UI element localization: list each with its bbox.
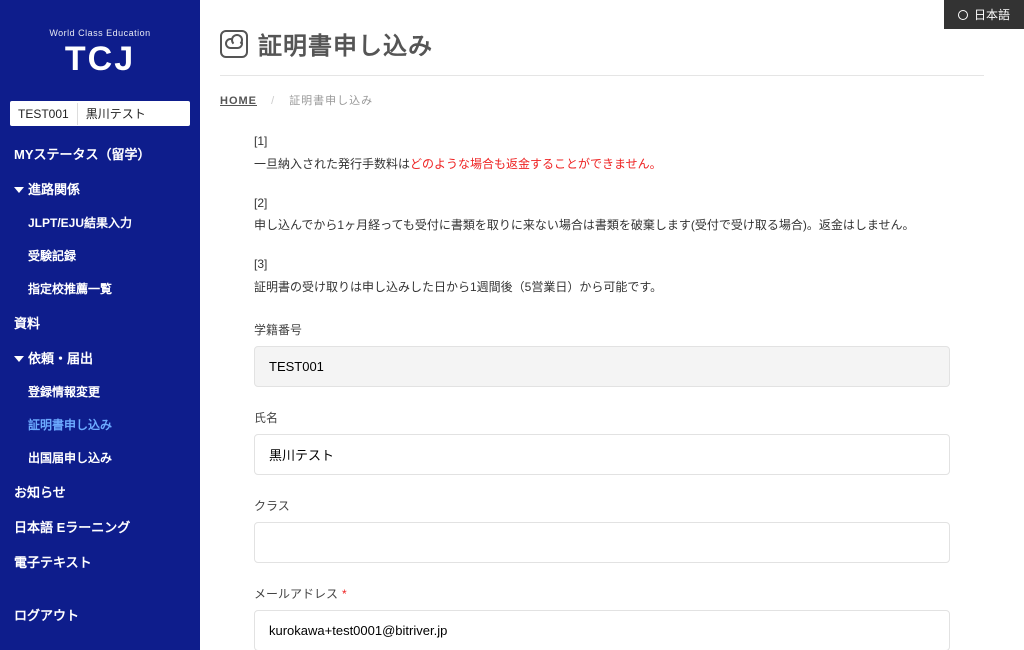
breadcrumb-home[interactable]: HOME [220,95,257,107]
field-class: クラス [254,497,950,563]
label-class: クラス [254,497,950,514]
user-name: 黒川テスト [78,101,154,126]
page-title: 証明書申し込み [258,26,433,61]
sidebar-item-elearning[interactable]: 日本語 Eラーニング [0,509,200,544]
field-shimei: 氏名 [254,409,950,475]
cloud-icon [220,30,248,58]
label-gakuseki: 学籍番号 [254,321,950,338]
form-area: [1] 一旦納入された発行手数料はどのような場合も返金することができません。 [… [220,130,984,650]
input-shimei[interactable] [254,434,950,475]
notice-2: [2] 申し込んでから1ヶ月経っても受付に書類を取りに来ない場合は書類を破棄しま… [254,192,950,238]
content: 証明書申し込み HOME / 証明書申し込み [1] 一旦納入された発行手数料は… [200,0,1024,650]
divider [220,75,984,76]
input-gakuseki[interactable] [254,346,950,387]
language-label: 日本語 [974,6,1010,23]
field-gakuseki: 学籍番号 [254,321,950,387]
field-email: メールアドレス* [254,585,950,650]
breadcrumb: HOME / 証明書申し込み [220,92,984,108]
sidebar-item-touroku[interactable]: 登録情報変更 [0,375,200,408]
sidebar-item-juken[interactable]: 受験記録 [0,239,200,272]
sidebar-group-irai[interactable]: 依頼・届出 [0,340,200,375]
sidebar-item-shitei[interactable]: 指定校推薦一覧 [0,272,200,305]
label-email: メールアドレス* [254,585,950,602]
notice-3: [3] 証明書の受け取りは申し込みした日から1週間後（5営業日）から可能です。 [254,253,950,299]
sidebar-group-shinro[interactable]: 進路関係 [0,171,200,206]
logo: World Class Education TCJ [0,0,200,97]
sidebar-item-denshi[interactable]: 電子テキスト [0,544,200,579]
circle-icon [958,10,968,20]
sidebar-nav: MYステータス（留学） 進路関係 JLPT/EJU結果入力 受験記録 指定校推薦… [0,136,200,587]
sidebar-item-shukkoku[interactable]: 出国届申し込み [0,441,200,474]
sidebar-item-my-status[interactable]: MYステータス（留学） [0,136,200,171]
logout-link[interactable]: ログアウト [14,608,79,623]
main: 日本語 証明書申し込み HOME / 証明書申し込み [1] 一旦納入された発行… [200,0,1024,650]
sidebar-item-oshirase[interactable]: お知らせ [0,474,200,509]
sidebar-item-jlpt-eju[interactable]: JLPT/EJU結果入力 [0,206,200,239]
chevron-down-icon [14,356,24,362]
input-email[interactable] [254,610,950,650]
input-class[interactable] [254,522,950,563]
sidebar-item-shoumei[interactable]: 証明書申し込み [0,408,200,441]
page-title-row: 証明書申し込み [220,26,984,61]
language-button[interactable]: 日本語 [944,0,1024,29]
logout-block: ログアウト [0,587,200,650]
user-box: TEST001 黒川テスト [10,101,190,126]
logo-main: TCJ [0,40,200,79]
user-code: TEST001 [10,103,78,125]
notice-1: [1] 一旦納入された発行手数料はどのような場合も返金することができません。 [254,130,950,176]
breadcrumb-sep: / [271,95,275,107]
logo-subtitle: World Class Education [0,28,200,38]
chevron-down-icon [14,187,24,193]
sidebar-item-shiryo[interactable]: 資料 [0,305,200,340]
sidebar-item-googleclassroom[interactable]: GoogleClassroom [0,579,200,587]
sidebar: World Class Education TCJ TEST001 黒川テスト … [0,0,200,650]
breadcrumb-current: 証明書申し込み [289,95,373,107]
label-shimei: 氏名 [254,409,950,426]
required-mark: * [342,587,347,601]
